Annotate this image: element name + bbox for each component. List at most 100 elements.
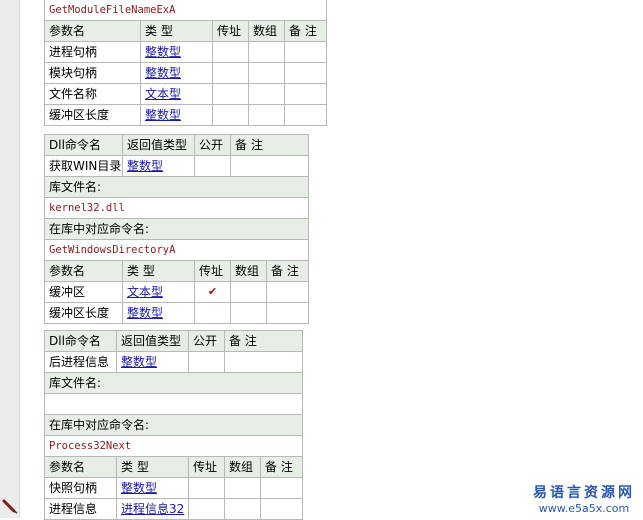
- param-row[interactable]: 模块句柄 整数型: [44, 62, 328, 84]
- param-note-header: 备 注: [265, 260, 310, 282]
- watermark-cn: 易语言资源网: [533, 485, 635, 501]
- dll-block-1: GetModuleFileNameExA 参数名 类 型 传址 数组 备 注 进…: [43, 0, 328, 126]
- param-array-header: 数组: [248, 20, 285, 42]
- param-byref-cell[interactable]: [188, 498, 225, 520]
- param-array-cell[interactable]: [224, 477, 261, 499]
- param-byref-cell[interactable]: [212, 83, 249, 105]
- param-array-header: 数组: [230, 260, 267, 282]
- param-name-cell[interactable]: 模块句柄: [44, 62, 141, 84]
- param-note-cell[interactable]: [265, 302, 310, 324]
- param-name-cell[interactable]: 文件名称: [44, 83, 141, 105]
- param-name-cell[interactable]: 快照句柄: [44, 477, 117, 499]
- param-array-header: 数组: [224, 456, 261, 478]
- dll-return-type-link[interactable]: 整数型: [122, 155, 195, 177]
- dll-note-cell[interactable]: [229, 155, 310, 177]
- param-type-link[interactable]: 整数型: [140, 41, 213, 63]
- param-name-cell[interactable]: 缓冲区: [44, 281, 123, 303]
- dll-note-cell[interactable]: [223, 351, 304, 373]
- param-note-cell[interactable]: [283, 62, 328, 84]
- dll-header-row: Dll命令名 返回值类型 公开 备 注: [44, 330, 304, 352]
- dll-block-3: Dll命令名 返回值类型 公开 备 注 后进程信息 整数型 库文件名: 在库中对…: [43, 330, 304, 520]
- param-type-header: 类 型: [122, 260, 195, 282]
- param-byref-header: 传址: [188, 456, 225, 478]
- editor-gutter: [0, 0, 20, 518]
- dll-name-cell[interactable]: 后进程信息: [44, 351, 117, 373]
- dll-name-header: Dll命令名: [44, 330, 117, 352]
- param-type-link[interactable]: 整数型: [116, 477, 189, 499]
- param-type-link[interactable]: 整数型: [140, 62, 213, 84]
- param-row[interactable]: 进程信息 进程信息32: [44, 498, 304, 520]
- param-note-cell[interactable]: [265, 281, 310, 303]
- param-note-header: 备 注: [283, 20, 328, 42]
- lib-file-label: 库文件名:: [43, 176, 310, 198]
- dll-public-header: 公开: [194, 134, 231, 156]
- dll-name-cell[interactable]: 获取WIN目录: [44, 155, 123, 177]
- dll-public-cell[interactable]: [194, 155, 231, 177]
- entry-name-value[interactable]: Process32Next: [43, 435, 304, 457]
- param-type-link[interactable]: 进程信息32: [116, 498, 189, 520]
- param-name-cell[interactable]: 进程句柄: [44, 41, 141, 63]
- param-name-header: 参数名: [44, 456, 117, 478]
- param-note-cell[interactable]: [259, 477, 304, 499]
- dll-note-header: 备 注: [229, 134, 310, 156]
- param-type-link[interactable]: 文本型: [122, 281, 195, 303]
- param-header-row: 参数名 类 型 传址 数组 备 注: [44, 20, 328, 42]
- dll-note-header: 备 注: [223, 330, 304, 352]
- param-name-cell[interactable]: 缓冲区长度: [44, 104, 141, 126]
- param-name-header: 参数名: [44, 20, 141, 42]
- param-type-link[interactable]: 文本型: [140, 83, 213, 105]
- dll-row[interactable]: 获取WIN目录 整数型: [44, 155, 310, 177]
- param-array-cell[interactable]: [248, 41, 285, 63]
- entry-name-label: 在库中对应命令名:: [43, 414, 304, 436]
- entry-name-value[interactable]: GetWindowsDirectoryA: [43, 239, 310, 261]
- param-header-row: 参数名 类 型 传址 数组 备 注: [44, 260, 310, 282]
- checkmark-icon[interactable]: ✔: [194, 281, 231, 303]
- param-byref-cell[interactable]: [212, 62, 249, 84]
- param-type-link[interactable]: 整数型: [140, 104, 213, 126]
- dll-return-header: 返回值类型: [122, 134, 195, 156]
- param-name-cell[interactable]: 进程信息: [44, 498, 117, 520]
- param-header-row: 参数名 类 型 传址 数组 备 注: [44, 456, 304, 478]
- param-byref-header: 传址: [194, 260, 231, 282]
- param-byref-cell[interactable]: [188, 477, 225, 499]
- site-watermark: 易语言资源网 www.e5a5x.com: [533, 482, 635, 515]
- pencil-icon: [2, 499, 18, 514]
- entry-name-label: 在库中对应命令名:: [43, 218, 310, 240]
- param-type-link[interactable]: 整数型: [122, 302, 195, 324]
- param-row[interactable]: 缓冲区 文本型 ✔: [44, 281, 310, 303]
- param-row[interactable]: 文件名称 文本型: [44, 83, 328, 105]
- param-array-cell[interactable]: [248, 83, 285, 105]
- dll-row[interactable]: 后进程信息 整数型: [44, 351, 304, 373]
- dll-header-row: Dll命令名 返回值类型 公开 备 注: [44, 134, 310, 156]
- watermark-url: www.e5a5x.com: [538, 502, 630, 515]
- param-note-cell[interactable]: [283, 83, 328, 105]
- dll-name-header: Dll命令名: [44, 134, 123, 156]
- lib-file-value[interactable]: [43, 393, 304, 415]
- dll-return-type-link[interactable]: 整数型: [116, 351, 189, 373]
- param-array-cell[interactable]: [224, 498, 261, 520]
- param-note-cell[interactable]: [283, 41, 328, 63]
- param-byref-cell[interactable]: [212, 104, 249, 126]
- param-type-header: 类 型: [140, 20, 213, 42]
- param-byref-cell[interactable]: [194, 302, 231, 324]
- param-array-cell[interactable]: [248, 62, 285, 84]
- dll-public-cell[interactable]: [188, 351, 225, 373]
- param-note-cell[interactable]: [259, 498, 304, 520]
- param-row[interactable]: 缓冲区长度 整数型: [44, 302, 310, 324]
- param-note-header: 备 注: [259, 456, 304, 478]
- param-name-cell[interactable]: 缓冲区长度: [44, 302, 123, 324]
- dll-block-2: Dll命令名 返回值类型 公开 备 注 获取WIN目录 整数型 库文件名: ke…: [43, 134, 310, 324]
- param-row[interactable]: 快照句柄 整数型: [44, 477, 304, 499]
- entry-name-value[interactable]: GetModuleFileNameExA: [43, 0, 328, 21]
- param-type-header: 类 型: [116, 456, 189, 478]
- param-array-cell[interactable]: [230, 281, 267, 303]
- lib-file-value[interactable]: kernel32.dll: [43, 197, 310, 219]
- param-byref-cell[interactable]: [212, 41, 249, 63]
- param-array-cell[interactable]: [248, 104, 285, 126]
- lib-file-label: 库文件名:: [43, 372, 304, 394]
- param-row[interactable]: 进程句柄 整数型: [44, 41, 328, 63]
- param-byref-header: 传址: [212, 20, 249, 42]
- param-array-cell[interactable]: [230, 302, 267, 324]
- param-row[interactable]: 缓冲区长度 整数型: [44, 104, 328, 126]
- param-note-cell[interactable]: [283, 104, 328, 126]
